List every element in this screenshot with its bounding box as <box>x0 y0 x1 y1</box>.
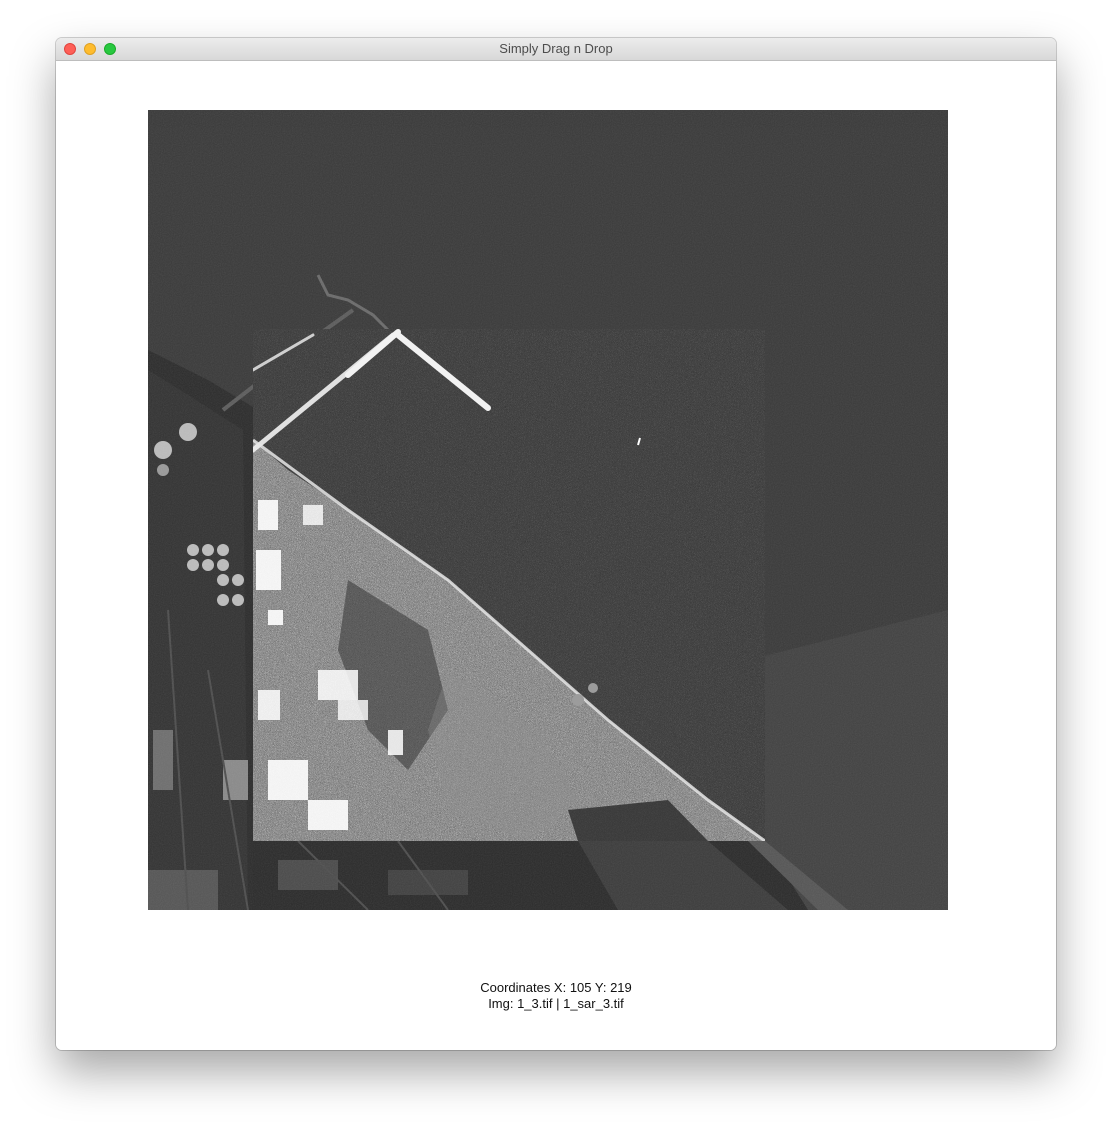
status-area: Coordinates X: 105 Y: 219 Img: 1_3.tif |… <box>56 980 1056 1012</box>
window-title: Simply Drag n Drop <box>499 41 613 56</box>
title-bar[interactable]: Simply Drag n Drop <box>56 38 1056 61</box>
app-window: Simply Drag n Drop Coordinates X: 105 Y:… <box>56 38 1056 1050</box>
window-content: Coordinates X: 105 Y: 219 Img: 1_3.tif |… <box>56 61 1056 1050</box>
sar-image-overlay <box>253 329 765 841</box>
coordinates-label: Coordinates X: 105 Y: 219 <box>480 980 632 995</box>
image-names-label: Img: 1_3.tif | 1_sar_3.tif <box>488 996 624 1011</box>
image-stack <box>148 110 948 910</box>
image-canvas[interactable] <box>148 110 948 910</box>
